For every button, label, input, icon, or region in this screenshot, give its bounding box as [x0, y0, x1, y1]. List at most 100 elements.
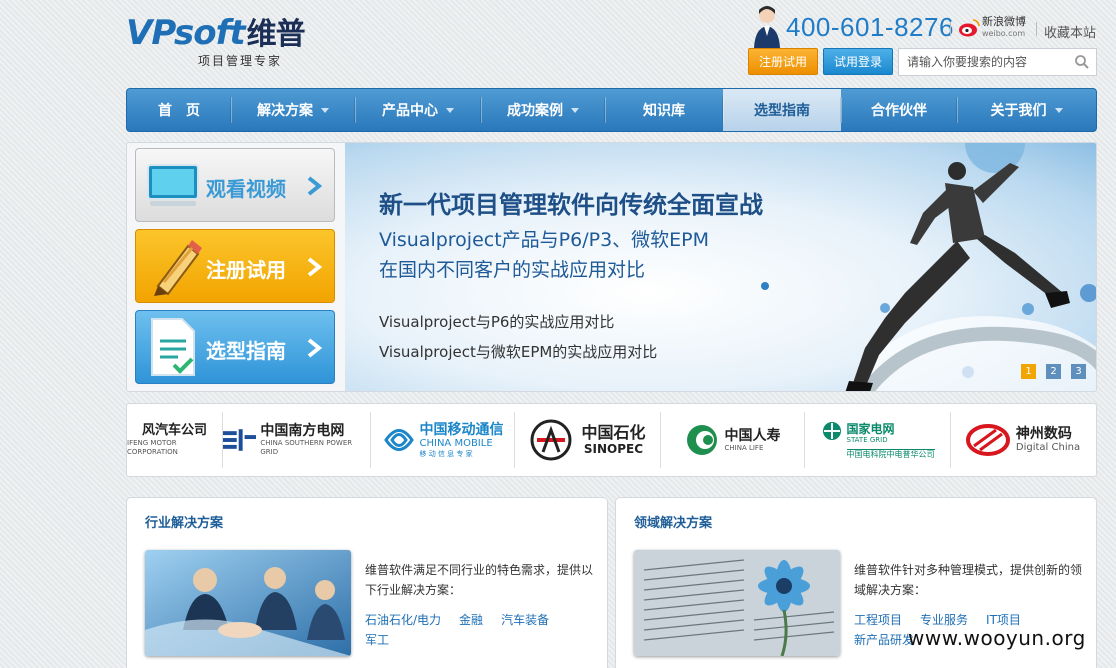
site-logo[interactable]: VPsoft维普 项目管理专家 [126, 14, 306, 74]
partner-logos: 风汽车公司 IFENG MOTOR CORPORATION 中国南方电网 CHI… [126, 403, 1097, 477]
partner-logo[interactable]: 神州数码 Digital China [951, 412, 1095, 468]
header-divider [950, 22, 951, 36]
nav-solutions[interactable]: 解决方案 [231, 89, 355, 131]
slide-dot-3[interactable]: 3 [1071, 364, 1086, 379]
chevron-right-icon [307, 338, 322, 358]
partner-name-en: SINOPEC [583, 442, 644, 456]
partner-tagline: 中国电科院中电普华公司 [846, 448, 935, 459]
document-check-icon [151, 318, 195, 376]
partner-name: 中国石化 [581, 423, 646, 442]
partner-logo[interactable]: 国家电网 STATE GRID 中国电科院中电普华公司 [805, 412, 951, 468]
partner-name-en: IFENG MOTOR CORPORATION [127, 439, 178, 456]
slide-pagination: 1 2 3 [1021, 364, 1086, 379]
support-agent-icon [754, 6, 780, 48]
industry-solutions-title[interactable]: 行业解决方案 [145, 512, 223, 531]
chevron-down-icon [321, 107, 329, 113]
partner-name-en: Digital China [1015, 442, 1081, 453]
digital-china-icon [965, 424, 1010, 456]
pencil-icon [154, 240, 202, 296]
nav-cases-label: 成功案例 [507, 103, 563, 119]
nav-home[interactable]: 首 页 [127, 89, 231, 131]
slide-dot-2[interactable]: 2 [1046, 364, 1061, 379]
domain-link-engineering[interactable]: 工程项目 [854, 613, 902, 627]
weibo-icon [959, 19, 980, 37]
partner-name: 神州数码 [1015, 426, 1072, 442]
partner-tagline: 移 动 信 息 专 家 [419, 449, 473, 458]
banner-slide[interactable]: 新一代项目管理软件向传统全面宣战 Visualproject产品与P6/P3、微… [345, 143, 1096, 391]
state-grid-icon [822, 422, 841, 440]
industry-solutions-links: 石油石化/电力 金融 汽车装备军工 [365, 610, 595, 650]
industry-solutions-panel: 行业解决方案 维普软件满足不同行业的特色需求，提供以下行业解决方案： 石油石化/… [126, 497, 608, 668]
partner-name: 风汽车公司 [141, 423, 207, 438]
nav-products-label: 产品中心 [382, 103, 438, 119]
industry-solutions-desc: 维普软件满足不同行业的特色需求，提供以下行业解决方案： [365, 563, 594, 597]
header-divider [1036, 22, 1037, 36]
domain-solutions-image[interactable] [634, 550, 840, 656]
watch-video-button[interactable]: 观看视频 [135, 148, 335, 222]
nav-cases[interactable]: 成功案例 [481, 89, 605, 131]
slide-dot-1[interactable]: 1 [1021, 364, 1036, 379]
selection-guide-side-label: 选型指南 [206, 339, 286, 363]
partner-name-en: CHINA MOBILE [419, 437, 493, 449]
search-box [898, 48, 1097, 76]
slide-link-p6[interactable]: Visualproject与P6的实战应用对比 [379, 311, 614, 332]
industry-link-petro[interactable]: 石油石化/电力 [365, 613, 441, 627]
nav-selection-guide[interactable]: 选型指南 [723, 89, 841, 131]
slide-link-epm[interactable]: Visualproject与微软EPM的实战应用对比 [379, 341, 657, 362]
partner-logo[interactable]: 中国人寿 CHINA LIFE [661, 412, 805, 468]
nav-about[interactable]: 关于我们 [957, 89, 1096, 131]
partner-name: 中国南方电网 [260, 423, 345, 439]
business-meeting-image [145, 550, 351, 656]
monitor-icon [147, 164, 199, 206]
china-life-icon [686, 425, 717, 455]
partner-name: 中国移动通信 [419, 421, 504, 438]
selection-guide-side-button[interactable]: 选型指南 [135, 310, 335, 384]
domain-link-it[interactable]: IT项目 [986, 613, 1021, 627]
partner-name: 中国人寿 [724, 427, 781, 444]
industry-link-finance[interactable]: 金融 [459, 613, 483, 627]
hotline-number: 400-601-8276 [786, 12, 954, 42]
industry-link-military[interactable]: 军工 [365, 633, 389, 647]
nav-selection-guide-label: 选型指南 [754, 103, 810, 119]
southern-grid-icon [223, 429, 257, 451]
nav-partners-label: 合作伙伴 [871, 103, 927, 119]
chevron-down-icon [446, 107, 454, 113]
industry-link-auto[interactable]: 汽车装备 [501, 613, 549, 627]
china-mobile-icon [383, 429, 414, 451]
domain-solutions-title[interactable]: 领域解决方案 [634, 512, 712, 531]
partner-logo[interactable]: 中国石化 SINOPEC [515, 412, 661, 468]
nav-knowledge[interactable]: 知识库 [605, 89, 723, 131]
domain-solutions-desc: 维普软件针对多种管理模式，提供创新的领域解决方案： [854, 563, 1083, 597]
slide-title: 新一代项目管理软件向传统全面宣战 [379, 191, 763, 219]
bookmark-site-link[interactable]: 收藏本站 [1044, 22, 1096, 41]
weibo-domain: weibo.com [982, 29, 1026, 38]
weibo-link[interactable]: 新浪微博 weibo.com [958, 16, 1032, 40]
nav-about-label: 关于我们 [990, 103, 1047, 119]
partner-name-en: CHINA SOUTHERN POWER GRID [260, 439, 353, 456]
register-trial-side-button[interactable]: 注册试用 [135, 229, 335, 303]
logo-text-en: VPsoft [126, 13, 246, 53]
domain-link-rnd[interactable]: 新产品研发 [854, 633, 914, 647]
watch-video-label: 观看视频 [206, 177, 286, 201]
main-nav: 首 页 解决方案 产品中心 成功案例 知识库 选型指南 合作伙伴 关于我们 [126, 88, 1097, 132]
nav-products[interactable]: 产品中心 [355, 89, 481, 131]
search-icon[interactable] [1074, 54, 1090, 70]
chevron-down-icon [1054, 107, 1063, 113]
partner-name-en: STATE GRID [846, 435, 888, 444]
search-input[interactable] [899, 49, 1069, 75]
register-trial-button[interactable]: 注册试用 [748, 48, 818, 75]
partner-logo[interactable]: 中国移动通信 CHINA MOBILE 移 动 信 息 专 家 [371, 412, 515, 468]
nav-partners[interactable]: 合作伙伴 [841, 89, 957, 131]
chevron-right-icon [307, 176, 322, 196]
nav-solutions-label: 解决方案 [257, 103, 313, 119]
sinopec-icon [530, 419, 572, 461]
logo-text-cn: 维普 [246, 17, 306, 52]
partner-logo[interactable]: 风汽车公司 IFENG MOTOR CORPORATION [127, 412, 223, 468]
partner-logo[interactable]: 中国南方电网 CHINA SOUTHERN POWER GRID [223, 412, 371, 468]
hero-banner: 观看视频 注册试用 选型指南 新一代项目管理软件向传统全面宣战 Visualpr… [126, 142, 1097, 392]
trial-login-button[interactable]: 试用登录 [823, 48, 893, 75]
logo-tagline: 项目管理专家 [198, 54, 283, 68]
partner-name-en: CHINA LIFE [724, 443, 764, 452]
domain-link-services[interactable]: 专业服务 [920, 613, 968, 627]
industry-solutions-image[interactable] [145, 550, 351, 656]
